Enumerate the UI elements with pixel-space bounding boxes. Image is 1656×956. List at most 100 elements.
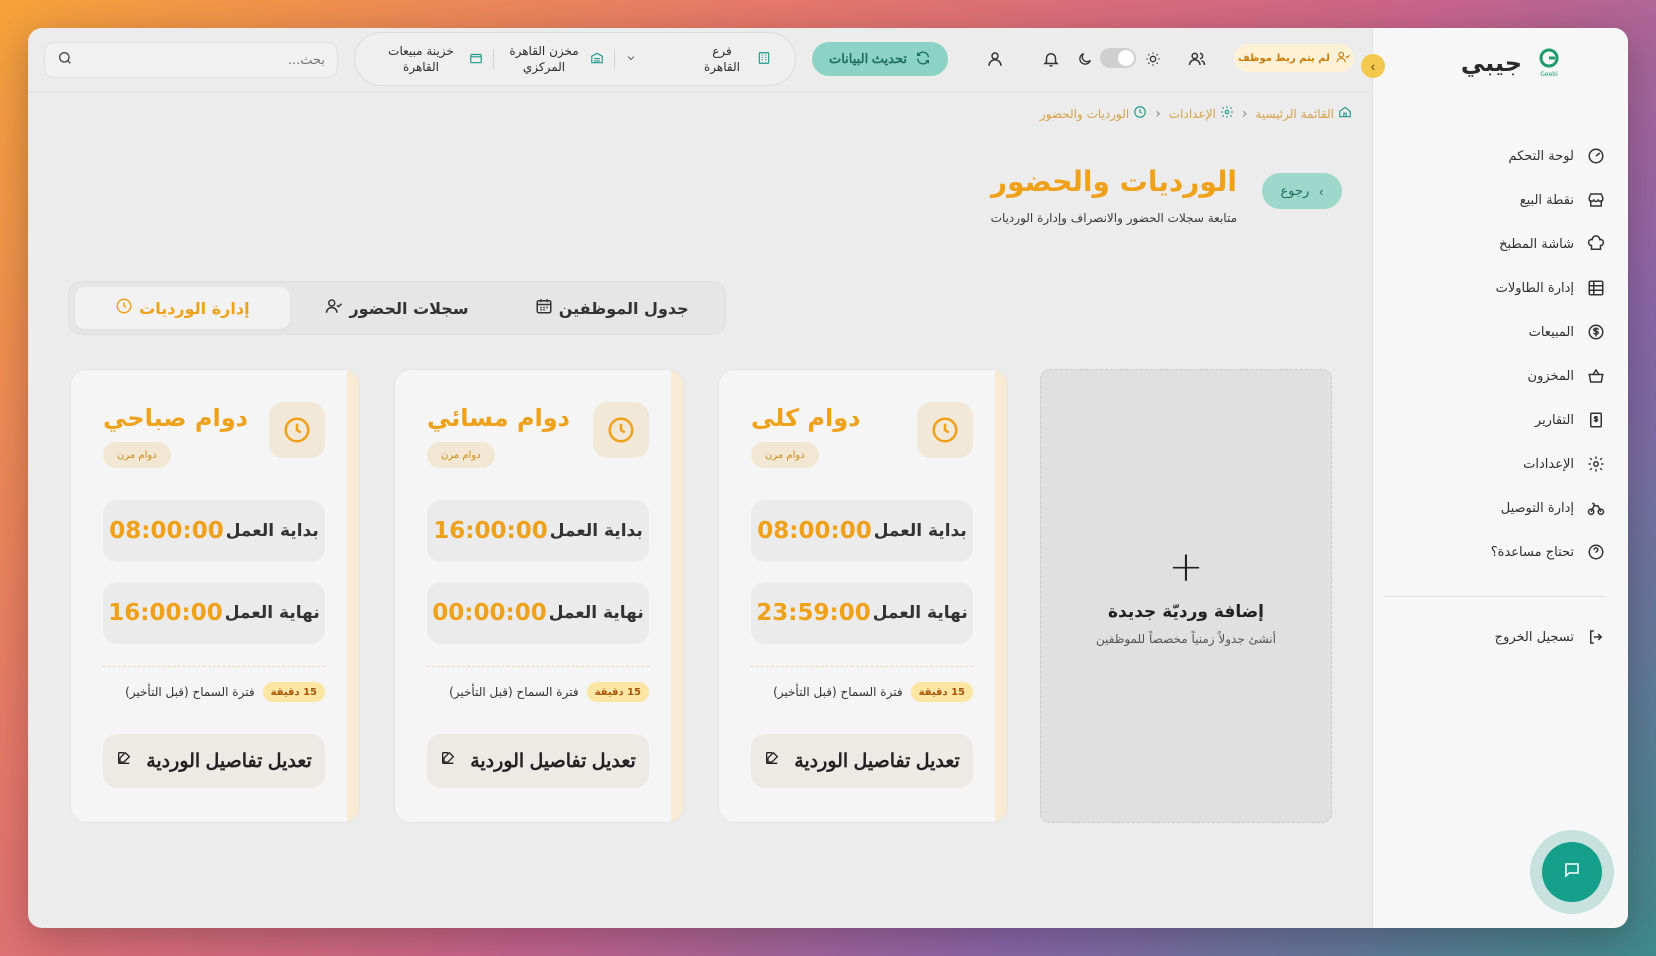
edit-icon [764,750,780,772]
sidebar-item-inventory[interactable]: المخزون [1394,354,1606,398]
warehouse-selector[interactable]: مخزن القاهرة المركزي [494,43,614,75]
grace-period-value: 15 دقيقة [910,682,973,702]
tab-label: إدارة الورديات [139,298,250,318]
shift-name: دوام مسائي [427,404,570,432]
branch-selector[interactable]: فرع القاهرة [615,43,781,75]
refresh-data-button[interactable]: تحديث البيانات [812,42,948,76]
sidebar: ‹ Geebi جيبي لوحة التحكم نقطة البيع شاشة… [1361,28,1628,928]
home-icon [1338,105,1352,122]
sidebar-item-help[interactable]: تحتاج مساعدة؟ [1394,530,1606,574]
page-title: الورديات والحضور [990,165,1237,198]
divider [103,666,325,667]
branch-label: فرع القاهرة [704,43,740,74]
sidebar-item-dashboard[interactable]: لوحة التحكم [1394,134,1606,178]
shift-end-time: 23:59:00 [756,600,871,626]
gear-icon [1586,454,1606,474]
edit-shift-button[interactable]: تعديل تفاصيل الوردية [751,734,973,788]
bell-icon[interactable] [1040,48,1062,70]
logout-icon [1586,627,1606,647]
chevron-right-icon: › [1319,183,1324,199]
edit-shift-button[interactable]: تعديل تفاصيل الوردية [103,734,325,788]
sidebar-item-sales[interactable]: المبيعات [1394,310,1606,354]
chat-button-inner [1542,842,1602,902]
add-shift-card[interactable]: + إضافة ورديّة جديدة أنشئ جدولاً زمنياً … [1040,369,1332,823]
shift-type-badge: دوام مرن [751,442,819,468]
user-check-icon [325,297,343,319]
clock-icon [1133,105,1147,122]
sidebar-item-reports[interactable]: التقارير [1394,398,1606,442]
edit-icon [116,750,132,772]
tab-shift-management[interactable]: إدارة الورديات [75,287,290,329]
search-input[interactable] [81,52,325,68]
page-subtitle: متابعة سجلات الحضور والانصراف وإدارة الو… [990,211,1237,225]
sidebar-collapse-button[interactable]: ‹ [1361,54,1385,78]
sidebar-item-label: تحتاج مساعدة؟ [1490,544,1574,560]
moon-icon[interactable] [1074,48,1096,70]
shift-type-badge: دوام مرن [103,442,171,468]
shift-end-time: 16:00:00 [108,600,223,626]
sidebar-item-label: الإعدادات [1523,456,1574,472]
sidebar-item-label: نقطة البيع [1519,192,1574,208]
sidebar-item-label: إدارة الطاولات [1495,280,1574,296]
shift-end-label: نهاية العمل [872,603,968,623]
cashbox-icon [469,51,483,68]
shift-start-label: بداية العمل [873,521,967,541]
edit-shift-button[interactable]: تعديل تفاصيل الوردية [427,734,649,788]
edit-shift-label: تعديل تفاصيل الوردية [470,750,636,772]
grace-period: 15 دقيقة فترة السماح (قبل التأخير) [751,682,973,702]
tab-label: سجلات الحضور [349,298,469,318]
shift-card: دوام كلى دوام مرن بداية العمل 08:00:00 ن… [718,369,1008,823]
brand-logo: Geebi [1536,48,1562,78]
chevron-left-icon: ‹ [1241,105,1248,122]
breadcrumb-home-label: القائمة الرئيسية [1255,106,1334,121]
search-icon [57,50,73,70]
calendar-icon [535,297,553,319]
shift-end-label: نهاية العمل [548,603,644,623]
dollar-circle-icon [1586,322,1606,342]
theme-toggle[interactable] [1100,48,1136,68]
bike-icon [1586,498,1606,518]
tab-attendance-logs[interactable]: سجلات الحضور [290,287,505,329]
chevron-down-icon [625,52,637,67]
shift-end: نهاية العمل 00:00:00 [427,582,649,644]
brand[interactable]: Geebi جيبي [1461,48,1562,78]
breadcrumb-settings[interactable]: الإعدادات [1169,105,1234,122]
breadcrumb-settings-label: الإعدادات [1168,106,1216,121]
breadcrumb-home[interactable]: القائمة الرئيسية [1255,105,1352,122]
users-icon[interactable] [1186,48,1208,70]
app-window: ‹ Geebi جيبي لوحة التحكم نقطة البيع شاشة… [28,28,1628,928]
user-icon[interactable] [984,48,1006,70]
sidebar-divider [1384,596,1606,597]
building-icon [757,51,771,68]
add-shift-subtitle: أنشئ جدولاً زمنياً مخصصاً للموظفين [1096,632,1276,646]
chevron-left-icon: ‹ [1370,58,1376,74]
table-grid-icon [1586,278,1606,298]
gear-icon [1220,105,1234,122]
tab-bar: إدارة الورديات سجلات الحضور جدول الموظفي… [68,281,726,335]
divider [751,666,973,667]
employee-link-badge[interactable]: لم يتم ربط موظف [1234,44,1354,72]
sidebar-item-delivery[interactable]: إدارة التوصيل [1394,486,1606,530]
back-button[interactable]: › رجوع [1262,173,1342,209]
logout-button[interactable]: تسجيل الخروج [1394,615,1606,659]
sun-icon[interactable] [1142,48,1164,70]
topbar: فرع القاهرة مخزن القاهرة المركزي خزينة م… [28,28,1372,92]
shift-end: نهاية العمل 23:59:00 [751,582,973,644]
cashbox-selector[interactable]: خزينة مبيعات القاهرة [369,43,493,75]
grace-period-label: فترة السماح (قبل التأخير) [449,685,579,699]
breadcrumb-current-label: الورديات والحضور [1039,106,1130,121]
shift-start: بداية العمل 08:00:00 [751,500,973,562]
chat-button[interactable] [1530,830,1614,914]
breadcrumb-current: الورديات والحضور [1040,105,1147,122]
tab-employee-schedule[interactable]: جدول الموظفين [504,287,719,329]
grace-period-label: فترة السماح (قبل التأخير) [125,685,255,699]
sidebar-item-tables[interactable]: إدارة الطاولات [1394,266,1606,310]
chevron-left-icon: ‹ [1155,105,1161,122]
sidebar-item-pos[interactable]: نقطة البيع [1394,178,1606,222]
basket-icon [1586,366,1606,386]
shift-end-time: 00:00:00 [432,600,547,626]
sidebar-item-label: المبيعات [1528,324,1574,340]
sidebar-item-kitchen[interactable]: شاشة المطبخ [1394,222,1606,266]
sidebar-item-settings[interactable]: الإعدادات [1394,442,1606,486]
shift-type-badge: دوام مرن [427,442,495,468]
